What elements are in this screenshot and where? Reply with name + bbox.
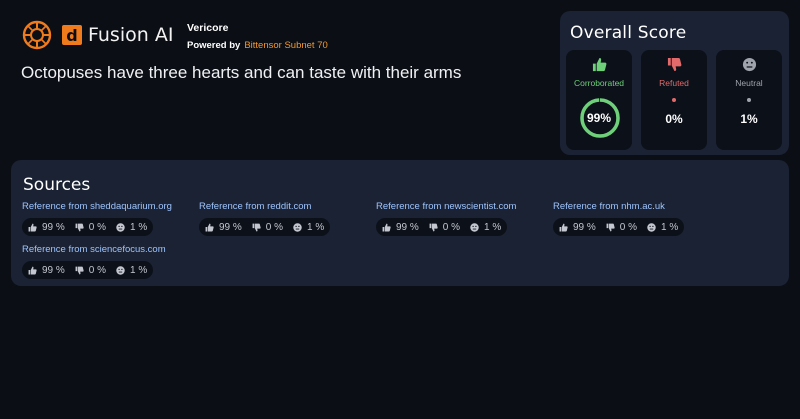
source-item: Reference from sciencefocus.com 99 % 0 % 1 … (22, 244, 166, 280)
brand-badge: d (62, 25, 82, 45)
source-link[interactable]: Reference from reddit.com (199, 201, 330, 212)
logo-row: d Fusion AI (22, 20, 173, 50)
source-score-pill: 99 % 0 % 1 % (22, 218, 154, 236)
thumbs-up-icon (28, 223, 37, 231)
sources-panel: Sources Reference from sheddaquarium.org… (11, 160, 789, 286)
source-down-score: 0 % (252, 222, 283, 233)
source-neutral-score: 1 % (293, 222, 324, 233)
thumbs-down-icon (75, 266, 84, 274)
source-down-score: 0 % (429, 222, 460, 233)
neutral-label: Neutral (735, 78, 763, 88)
thumbs-down-icon (75, 223, 84, 231)
corroborated-value: 99% (586, 111, 612, 125)
sources-title: Sources (23, 175, 91, 195)
thumbs-up-icon (382, 223, 391, 231)
source-item: Reference from sheddaquarium.org 99 % 0 % 1… (22, 201, 172, 237)
neutral-face-icon (742, 57, 756, 72)
refuted-label: Refuted (659, 78, 689, 88)
source-item: Reference from reddit.com 99 % 0 % 1 % (199, 201, 331, 237)
source-link[interactable]: Reference from newscientist.com (376, 201, 516, 212)
source-down-score: 0 % (606, 222, 637, 233)
thumbs-up-icon (28, 266, 37, 274)
neutral-face-icon (647, 222, 656, 232)
source-link[interactable]: Reference from nhm.ac.uk (553, 201, 684, 212)
source-score-pill: 99 % 0 % 1 % (376, 218, 508, 236)
source-down-score: 0 % (75, 222, 106, 233)
neutral-face-icon (293, 222, 302, 232)
source-neutral-score: 1 % (647, 222, 678, 233)
thumbs-down-icon (429, 223, 438, 231)
source-up-score: 99 % (28, 265, 65, 276)
overall-score-title: Overall Score (570, 23, 687, 43)
neutral-card: Neutral 1% (716, 50, 782, 150)
source-link[interactable]: Reference from sheddaquarium.org (22, 201, 172, 212)
source-score-pill: 99 % 0 % 1 % (199, 218, 331, 236)
thumbs-up-icon (205, 223, 214, 231)
source-neutral-score: 1 % (116, 222, 147, 233)
neutral-value: 1% (740, 112, 758, 126)
refuted-dot (672, 98, 676, 102)
overall-score-panel: Overall Score Corroborated 99% Refuted 0… (560, 11, 789, 155)
thumbs-up-icon (559, 223, 568, 231)
source-neutral-score: 1 % (116, 265, 147, 276)
thumbs-up-icon (592, 57, 606, 72)
source-item: Reference from newscientist.com 99 % 0 % 1 … (376, 201, 516, 237)
bittensor-link[interactable]: Bittensor Subnet 70 (244, 40, 327, 51)
vericore-block: Vericore Powered by Bittensor Subnet 70 (187, 22, 328, 51)
source-down-score: 0 % (75, 265, 106, 276)
source-up-score: 99 % (205, 222, 242, 233)
source-up-score: 99 % (28, 222, 65, 233)
source-score-pill: 99 % 0 % 1 % (553, 218, 685, 236)
vericore-title: Vericore (187, 22, 229, 34)
corroborated-label: Corroborated (573, 78, 625, 88)
brand-name: Fusion AI (88, 24, 174, 46)
source-up-score: 99 % (559, 222, 596, 233)
fusion-logo-icon (22, 20, 52, 50)
refuted-card: Refuted 0% (641, 50, 707, 150)
source-score-pill: 99 % 0 % 1 % (22, 261, 154, 279)
powered-by-label: Powered by (187, 40, 241, 51)
source-neutral-score: 1 % (470, 222, 501, 233)
thumbs-down-icon (667, 57, 681, 72)
neutral-face-icon (116, 265, 125, 275)
thumbs-down-icon (252, 223, 261, 231)
powered-by: Powered by Bittensor Subnet 70 (187, 40, 328, 51)
neutral-dot (747, 98, 751, 102)
corroborated-card: Corroborated 99% (566, 50, 632, 150)
neutral-face-icon (116, 222, 125, 232)
refuted-value: 0% (665, 112, 683, 126)
source-item: Reference from nhm.ac.uk 99 % 0 % 1 % (553, 201, 685, 237)
neutral-face-icon (470, 222, 479, 232)
source-up-score: 99 % (382, 222, 419, 233)
thumbs-down-icon (606, 223, 615, 231)
claim-text: Octopuses have three hearts and can tast… (21, 63, 462, 82)
source-link[interactable]: Reference from sciencefocus.com (22, 244, 166, 255)
